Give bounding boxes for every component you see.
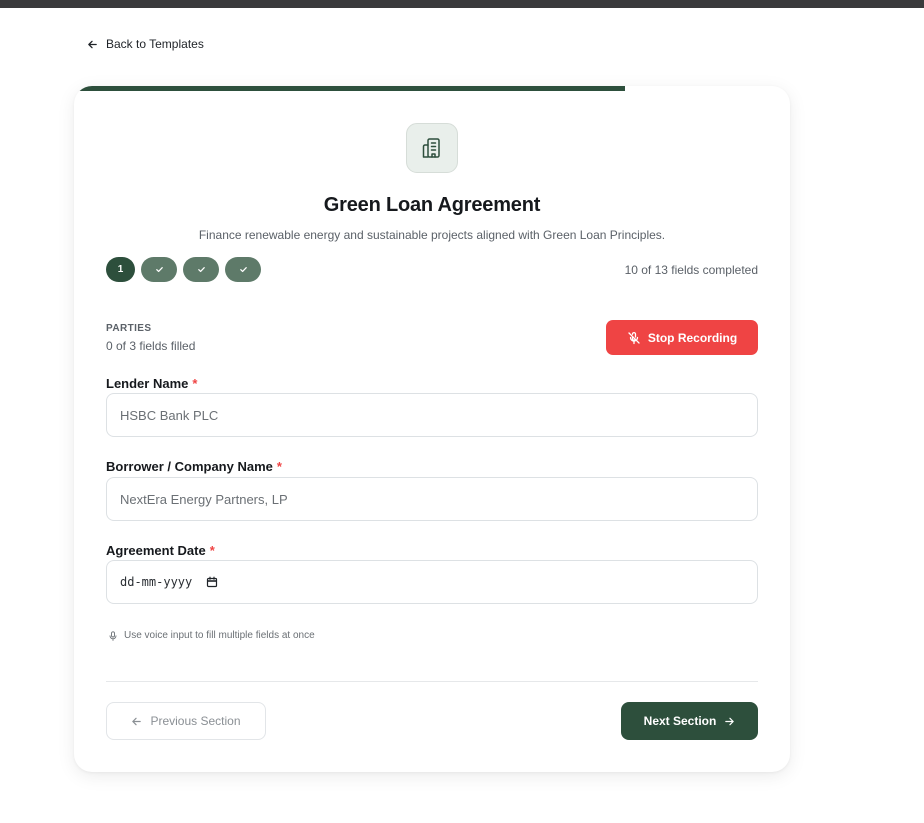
check-icon xyxy=(155,267,163,273)
check-icon xyxy=(197,267,205,273)
arrow-left-icon xyxy=(88,40,97,48)
borrower-name-label-text: Borrower / Company Name xyxy=(106,459,273,474)
mic-off-icon xyxy=(628,331,640,344)
section-filled-count: 0 of 3 fields filled xyxy=(106,339,196,353)
agreement-date-placeholder: dd-mm-yyyy xyxy=(120,575,193,589)
back-link-label: Back to Templates xyxy=(106,37,204,51)
mic-icon xyxy=(109,630,117,641)
form-description: Finance renewable energy and sustainable… xyxy=(198,228,666,242)
previous-section-label: Previous Section xyxy=(150,714,241,728)
voice-input-hint: Use voice input to fill multiple fields … xyxy=(108,630,315,641)
borrower-name-label: Borrower / Company Name * xyxy=(106,459,282,474)
stop-recording-button[interactable]: Stop Recording xyxy=(606,320,758,355)
step-2[interactable] xyxy=(141,257,177,282)
required-marker: * xyxy=(209,543,215,558)
footer-divider xyxy=(106,681,758,682)
calendar-icon[interactable] xyxy=(206,576,218,588)
borrower-name-input[interactable]: NextEra Energy Partners, LP xyxy=(106,477,758,521)
agreement-date-input[interactable]: dd-mm-yyyy xyxy=(106,560,758,604)
fields-completed-count: 10 of 13 fields completed xyxy=(624,263,758,277)
section-stepper: 1 xyxy=(106,257,261,282)
progress-bar xyxy=(74,86,790,91)
back-to-templates-link[interactable]: Back to Templates xyxy=(87,37,204,51)
step-3[interactable] xyxy=(183,257,219,282)
agreement-date-label: Agreement Date * xyxy=(106,543,215,558)
stop-recording-label: Stop Recording xyxy=(647,330,738,345)
voice-hint-text: Use voice input to fill multiple fields … xyxy=(124,630,315,641)
check-icon xyxy=(239,267,247,273)
lender-name-label: Lender Name * xyxy=(106,376,197,391)
form-title: Green Loan Agreement xyxy=(323,194,541,216)
lender-name-label-text: Lender Name xyxy=(106,376,189,391)
top-bar xyxy=(0,0,924,8)
step-4[interactable] xyxy=(225,257,261,282)
section-name: PARTIES xyxy=(106,323,152,334)
agreement-date-label-text: Agreement Date xyxy=(106,543,206,558)
next-section-button[interactable]: Next Section xyxy=(621,702,758,740)
lender-name-placeholder: HSBC Bank PLC xyxy=(120,407,219,423)
lender-name-input[interactable]: HSBC Bank PLC xyxy=(106,393,758,437)
progress-bar-fill xyxy=(74,86,625,91)
borrower-name-placeholder: NextEra Energy Partners, LP xyxy=(120,491,288,507)
required-marker: * xyxy=(192,376,198,391)
arrow-left-icon xyxy=(132,717,142,725)
step-1[interactable]: 1 xyxy=(106,257,135,282)
step-number: 1 xyxy=(117,264,124,275)
next-section-label: Next Section xyxy=(643,714,717,728)
template-icon-tile xyxy=(406,123,458,173)
required-marker: * xyxy=(276,459,282,474)
previous-section-button[interactable]: Previous Section xyxy=(106,702,266,740)
form-card: Green Loan Agreement Finance renewable e… xyxy=(74,86,790,772)
arrow-right-icon xyxy=(725,717,735,725)
building-icon xyxy=(422,138,440,158)
